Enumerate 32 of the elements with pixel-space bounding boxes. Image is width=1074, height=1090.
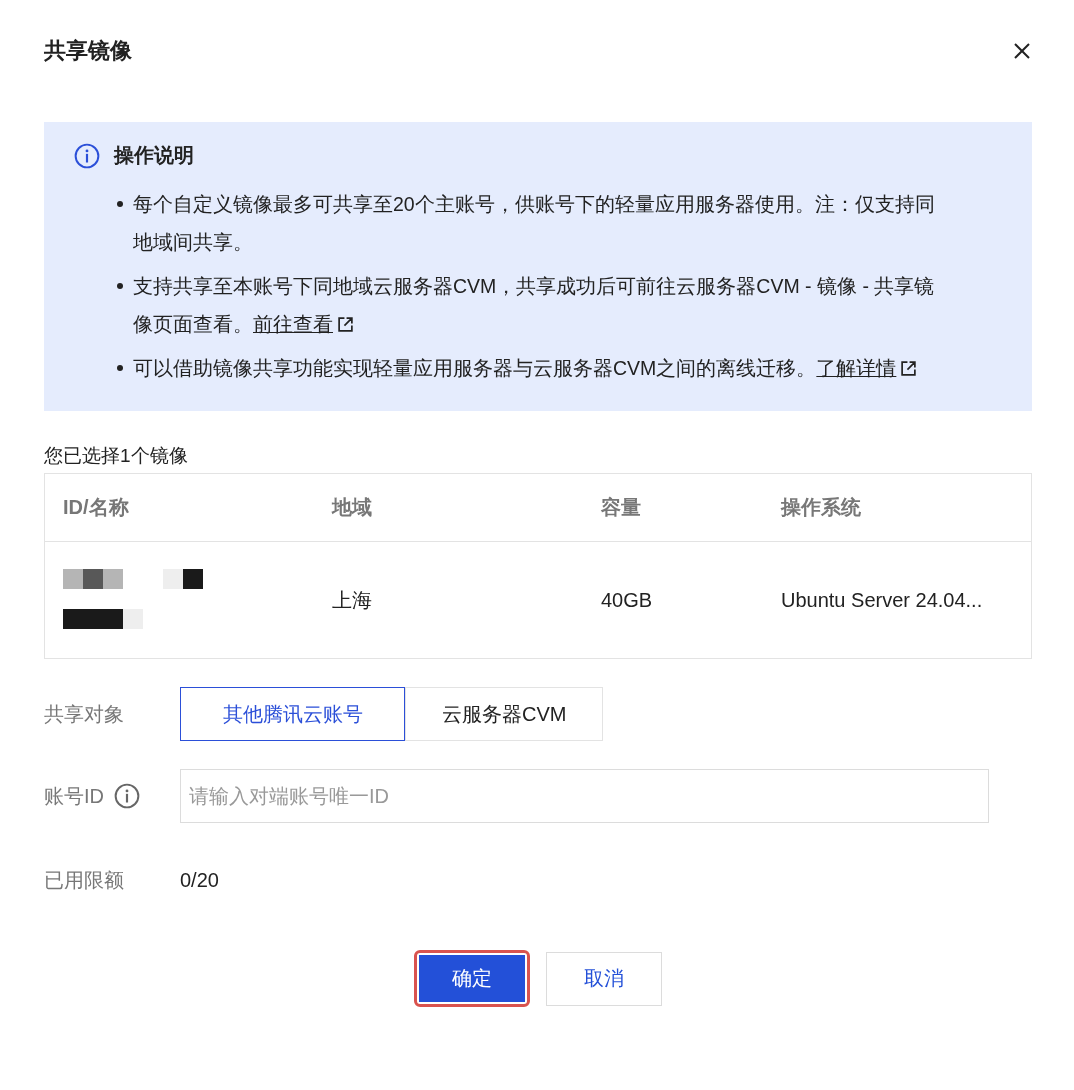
field-label: 已用限额 (44, 868, 125, 893)
notice-title: 操作说明 (114, 143, 194, 168)
dialog-title: 共享镜像 (44, 37, 132, 65)
table-cell: Ubuntu Server 24.04... (781, 588, 983, 612)
external-link-icon[interactable] (337, 316, 354, 333)
column-header: 操作系统 (781, 495, 861, 520)
notice-text: 支持共享至本账号下同地域云服务器CVM，共享成功后可前往云服务器CVM - 镜像 - 共享镜像页面查看。前往查看 (133, 274, 936, 337)
notice-text: 可以借助镜像共享功能实现轻量应用服务器与云服务器CVM之间的离线迁移。了解详情 (133, 349, 938, 387)
confirm-button[interactable]: 确定 (419, 955, 525, 1002)
bullet-dot (117, 201, 123, 207)
field-label: 账号ID (44, 783, 104, 809)
segment-tab[interactable]: 云服务器CVM (405, 687, 604, 741)
column-header: 地域 (332, 495, 372, 520)
table-cell: 40GB (601, 588, 653, 612)
input-field[interactable]: 请输入对端账号唯一ID (180, 769, 989, 823)
selection-count: 您已选择1个镜像 (44, 444, 189, 468)
external-link-icon[interactable] (900, 360, 918, 377)
close-icon[interactable] (1012, 41, 1032, 61)
cancel-button[interactable]: 取消 (546, 951, 662, 1006)
quota-value: 0/20 (180, 869, 219, 892)
bullet-dot (117, 283, 123, 289)
table-cell-text: 上海 (332, 587, 372, 613)
info-icon (74, 142, 100, 169)
link[interactable]: 了解详情 (816, 357, 918, 379)
notice-text: 每个自定义镜像最多可共享至20个主账号，供账号下的轻量应用服务器使用。注：仅支持同地域间共享。 (133, 192, 936, 255)
info-icon[interactable] (114, 783, 140, 809)
segment-tab[interactable]: 其他腾讯云账号 (180, 687, 405, 741)
field-label: 共享对象 (44, 701, 125, 727)
column-header: ID/名称 (63, 495, 129, 520)
column-header: 容量 (601, 495, 641, 520)
bullet-dot (117, 365, 123, 371)
link[interactable]: 前往查看 (253, 313, 354, 335)
